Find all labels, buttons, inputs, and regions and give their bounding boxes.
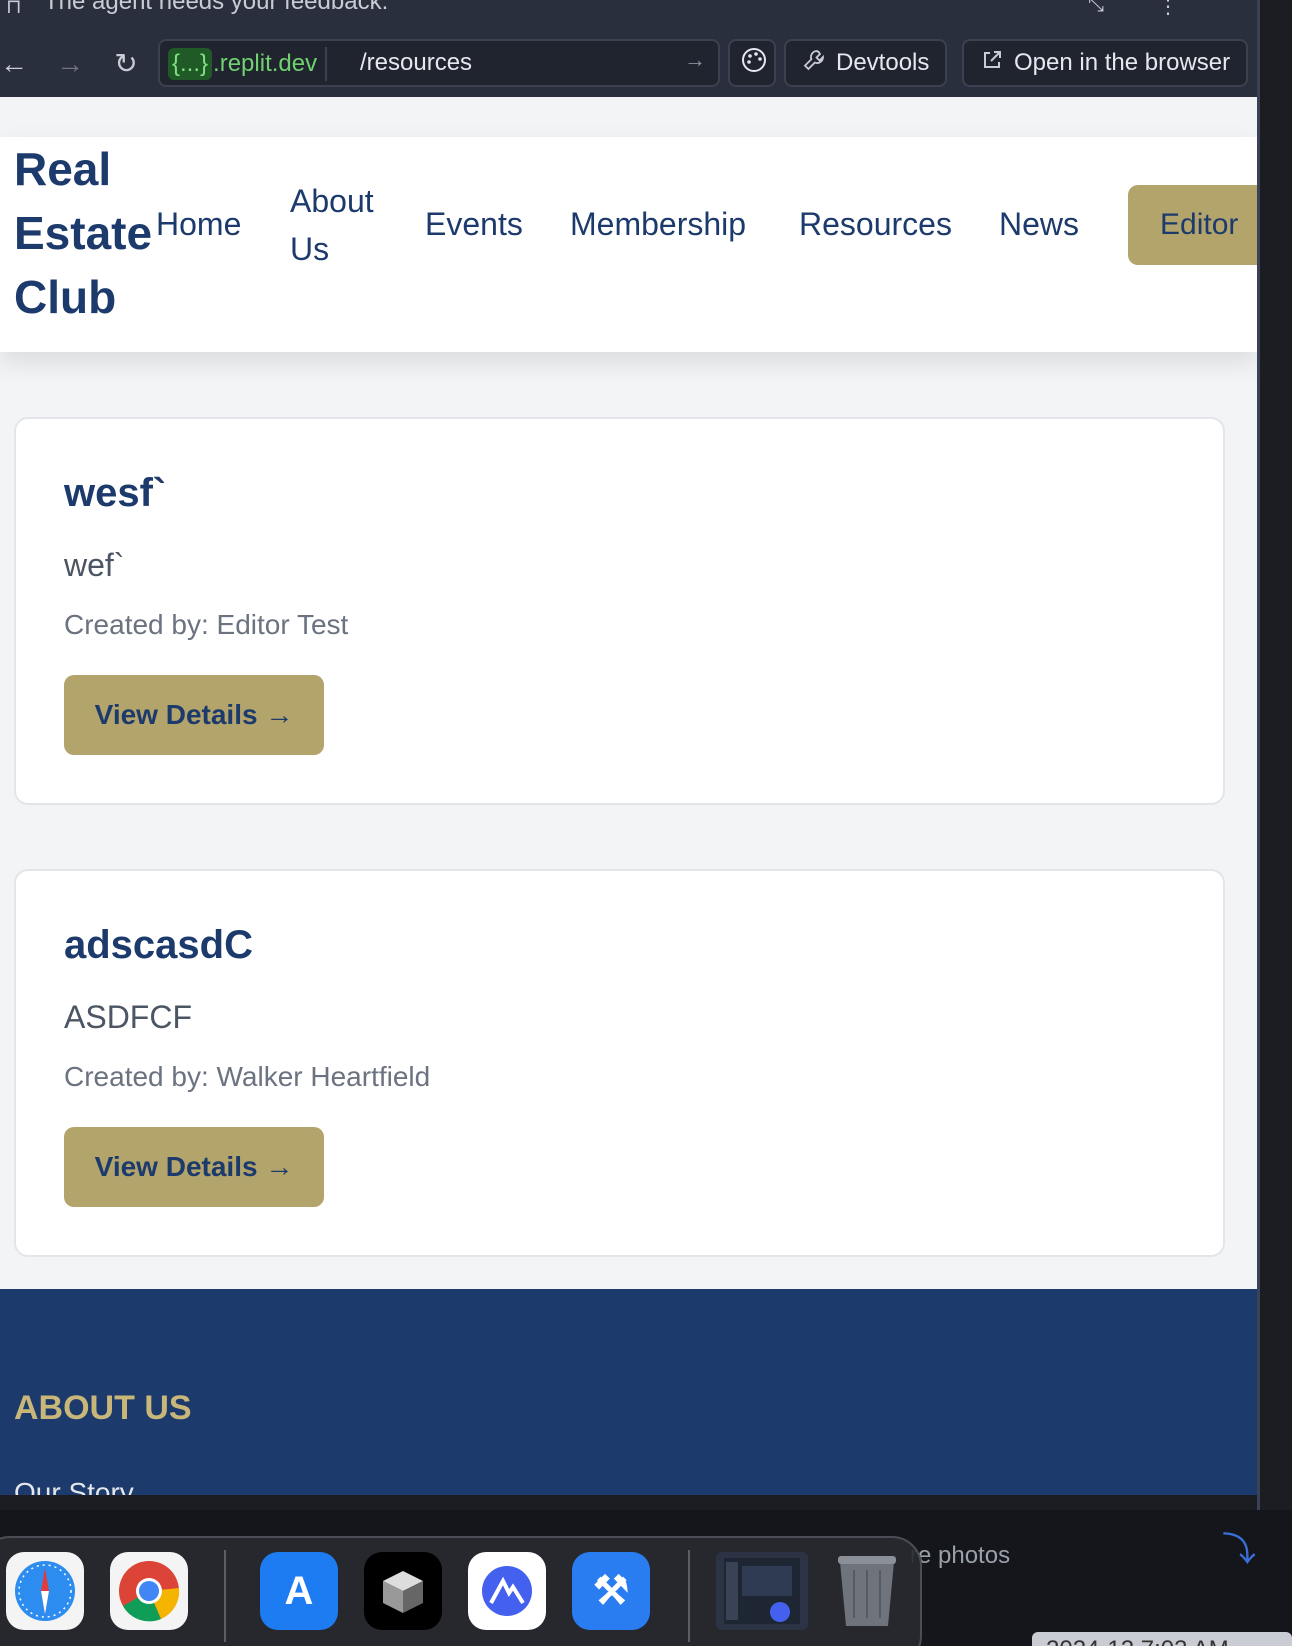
brand-line-3: Club xyxy=(14,271,117,323)
view-details-button[interactable]: View Details → xyxy=(64,1127,324,1207)
desktop-notification-text: re photos xyxy=(910,1542,1011,1569)
safari-icon[interactable] xyxy=(6,1552,84,1630)
devtools-button[interactable]: Devtools xyxy=(784,39,948,87)
resource-card: adscasdC ASDFCF Created by: Walker Heart… xyxy=(14,869,1225,1257)
footer-link[interactable]: Our Story xyxy=(14,1477,134,1495)
external-link-icon xyxy=(980,48,1004,79)
devtools-label: Devtools xyxy=(836,49,930,76)
resource-description: ASDFCF xyxy=(64,999,192,1035)
nordvpn-icon[interactable] xyxy=(468,1552,546,1630)
nav-resources[interactable]: Resources xyxy=(799,200,952,248)
more-icon[interactable]: ⋮ xyxy=(1158,0,1178,19)
nav-news[interactable]: News xyxy=(999,200,1079,248)
brand-line-2: Estate xyxy=(14,207,153,259)
host-domain: .replit.dev xyxy=(213,50,318,77)
go-arrow-icon[interactable]: → xyxy=(684,47,706,73)
nav-about-line-2: Us xyxy=(290,231,330,267)
editor-button[interactable]: Editor xyxy=(1128,185,1257,265)
page-viewport: Real Estate Club Home About Us Events Me… xyxy=(0,97,1257,1495)
app-store-icon[interactable]: A xyxy=(260,1552,338,1630)
xcode-icon[interactable]: ⚒ xyxy=(572,1552,650,1630)
theme-palette-button[interactable] xyxy=(728,39,776,87)
site-brand[interactable]: Real Estate Club xyxy=(14,137,174,329)
path-input[interactable]: /resources xyxy=(360,49,472,77)
nav-about-us[interactable]: About Us xyxy=(290,177,374,273)
host-chip: {...} xyxy=(168,48,213,80)
chrome-icon[interactable] xyxy=(110,1552,188,1630)
open-in-browser-label: Open in the browser xyxy=(1014,49,1231,76)
expand-icon[interactable]: ⤡ xyxy=(1088,0,1104,17)
nav-about-line-1: About xyxy=(290,183,374,219)
reload-icon[interactable]: ↻ xyxy=(106,44,146,84)
nav-events[interactable]: Events xyxy=(425,200,523,248)
resource-author: Created by: Editor Test xyxy=(64,609,349,640)
resource-author: Created by: Walker Heartfield xyxy=(64,1061,431,1092)
site-footer: ABOUT US Our Story xyxy=(0,1289,1257,1495)
palette-icon xyxy=(740,46,768,81)
back-icon[interactable]: ← xyxy=(0,44,34,84)
pin-icon: ⊓ xyxy=(6,0,22,18)
window-edge xyxy=(1257,0,1260,1510)
nav-home[interactable]: Home xyxy=(156,200,241,248)
screenshot-thumbnail-icon[interactable] xyxy=(716,1552,808,1630)
open-in-browser-button[interactable]: Open in the browser xyxy=(962,39,1249,87)
desktop-clock: 2024-12 7:03 AM xyxy=(1032,1632,1292,1646)
agent-feedback-banner[interactable]: ⊓ The agent needs your feedback. ⤡ ⋮ xyxy=(0,0,1260,22)
cube-app-icon[interactable] xyxy=(364,1552,442,1630)
site-navbar: Real Estate Club Home About Us Events Me… xyxy=(0,137,1257,352)
brand-line-1: Real xyxy=(14,143,112,195)
address-bar[interactable]: {...} .replit.dev /resources → xyxy=(158,39,720,87)
nav-membership[interactable]: Membership xyxy=(570,200,746,248)
dock-separator xyxy=(224,1550,226,1642)
dock-separator xyxy=(688,1550,690,1642)
download-icon[interactable]: ⤵ xyxy=(1222,1522,1256,1571)
forward-icon[interactable]: → xyxy=(50,44,90,84)
footer-heading: ABOUT US xyxy=(14,1389,192,1427)
resource-card: wesf` wef` Created by: Editor Test View … xyxy=(14,417,1225,805)
webview-toolbar: ← → ↻ {...} .replit.dev /resources → Devt… xyxy=(0,22,1260,97)
trash-icon[interactable] xyxy=(828,1552,906,1630)
resource-title: adscasdC xyxy=(64,923,253,967)
view-details-button[interactable]: View Details → xyxy=(64,675,324,755)
banner-text: The agent needs your feedback. xyxy=(44,0,389,15)
host-label: {...} .replit.dev xyxy=(168,47,328,81)
resource-description: wef` xyxy=(64,547,125,583)
resource-title: wesf` xyxy=(64,471,167,515)
wrench-icon xyxy=(802,48,826,79)
